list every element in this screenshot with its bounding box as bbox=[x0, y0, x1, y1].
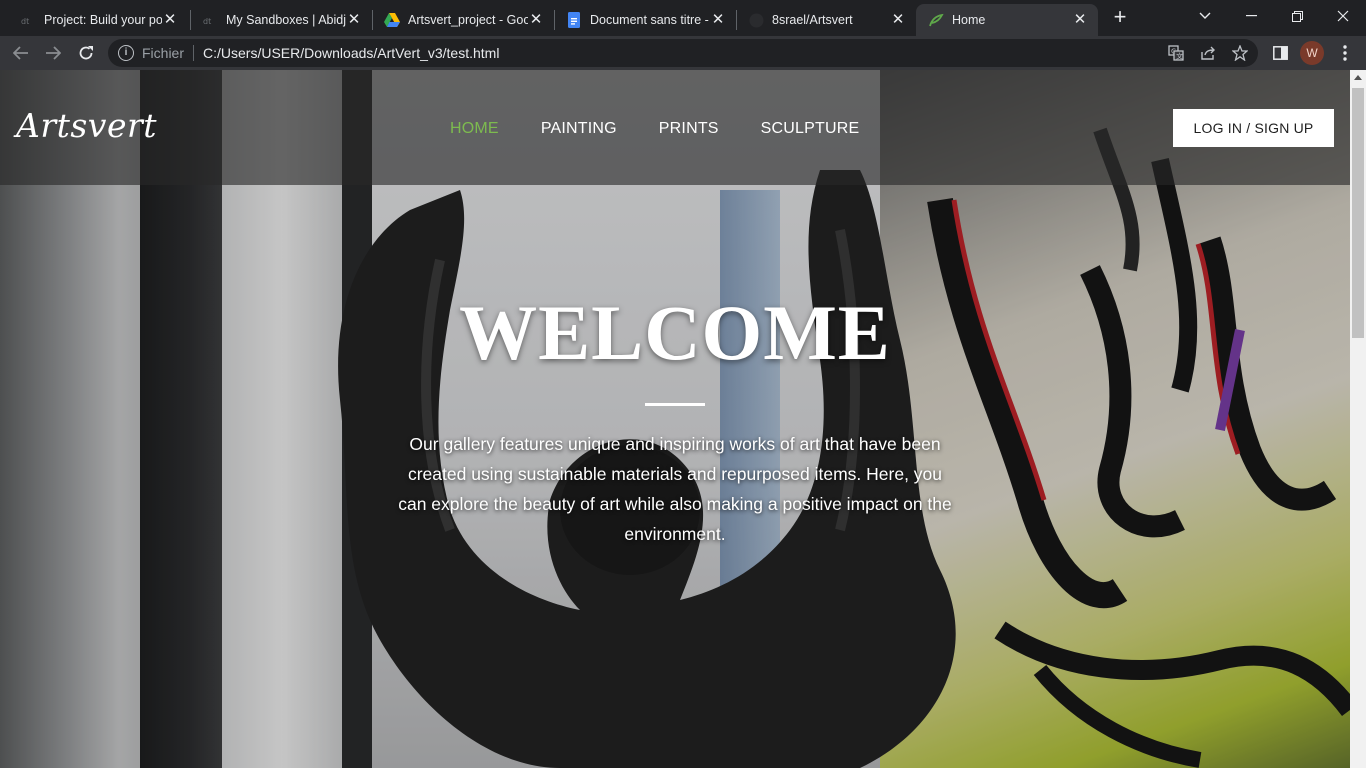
google-drive-icon bbox=[384, 12, 400, 28]
github-icon bbox=[748, 12, 764, 28]
profile-avatar[interactable]: W bbox=[1300, 41, 1324, 65]
translate-icon[interactable]: G文 bbox=[1167, 44, 1185, 62]
google-docs-icon bbox=[566, 12, 582, 28]
close-tab-icon[interactable]: ✕ bbox=[162, 12, 178, 28]
nav-item-sculpture[interactable]: SCULPTURE bbox=[761, 120, 860, 138]
nav-item-home[interactable]: HOME bbox=[450, 120, 499, 138]
close-tab-icon[interactable]: ✕ bbox=[710, 12, 726, 28]
svg-text:文: 文 bbox=[1176, 52, 1183, 61]
scroll-up-arrow-icon[interactable] bbox=[1354, 75, 1362, 80]
close-tab-icon[interactable]: ✕ bbox=[528, 12, 544, 28]
tab-title: My Sandboxes | Abidja bbox=[226, 13, 346, 27]
tab-favicon-icon: dt bbox=[202, 12, 218, 28]
hero-description: Our gallery features unique and inspirin… bbox=[398, 434, 952, 544]
star-icon[interactable] bbox=[1231, 44, 1249, 62]
info-icon[interactable]: i bbox=[118, 45, 134, 61]
tab-project[interactable]: dt Project: Build your por ✕ bbox=[8, 4, 188, 36]
nav-item-prints[interactable]: PRINTS bbox=[659, 120, 719, 138]
address-bar[interactable]: i Fichier C:/Users/USER/Downloads/ArtVer… bbox=[108, 39, 1258, 67]
forward-arrow-icon[interactable] bbox=[40, 40, 66, 66]
tab-home[interactable]: Home ✕ bbox=[916, 4, 1098, 36]
browser-toolbar: i Fichier C:/Users/USER/Downloads/ArtVer… bbox=[0, 36, 1366, 70]
leaf-favicon-icon bbox=[928, 12, 944, 28]
site-header: Artsvert HOME PAINTING PRINTS SCULPTURE … bbox=[0, 70, 1350, 185]
page-viewport: Artsvert HOME PAINTING PRINTS SCULPTURE … bbox=[0, 70, 1350, 768]
tab-title: Home bbox=[952, 13, 986, 27]
close-tab-icon[interactable]: ✕ bbox=[346, 12, 362, 28]
tab-title: Document sans titre - bbox=[590, 13, 709, 27]
tab-favicon-icon: dt bbox=[20, 12, 36, 28]
svg-text:dt: dt bbox=[203, 17, 211, 25]
address-scheme: Fichier bbox=[142, 45, 185, 61]
tab-title: Artsvert_project - Goo bbox=[408, 13, 528, 27]
tab-docs[interactable]: Document sans titre - ✕ bbox=[554, 4, 736, 36]
minimize-icon[interactable] bbox=[1228, 0, 1274, 32]
kebab-menu-icon[interactable] bbox=[1336, 44, 1354, 62]
tab-search-icon[interactable] bbox=[1182, 0, 1228, 32]
hero-divider bbox=[645, 403, 705, 406]
tab-drive[interactable]: Artsvert_project - Goo ✕ bbox=[372, 4, 554, 36]
tab-title: 8srael/Artsvert bbox=[772, 13, 853, 27]
tab-sandboxes[interactable]: dt My Sandboxes | Abidja ✕ bbox=[190, 4, 372, 36]
close-tab-icon[interactable]: ✕ bbox=[890, 12, 906, 28]
side-panel-icon[interactable] bbox=[1271, 44, 1289, 62]
svg-text:dt: dt bbox=[21, 17, 29, 25]
tab-strip: dt Project: Build your por ✕ dt My Sandb… bbox=[0, 0, 1366, 36]
site-logo[interactable]: Artsvert bbox=[16, 106, 157, 145]
reload-icon[interactable] bbox=[73, 40, 99, 66]
close-tab-icon[interactable]: ✕ bbox=[1072, 12, 1088, 28]
new-tab-button[interactable]: + bbox=[1108, 6, 1132, 30]
tab-title: Project: Build your por bbox=[44, 13, 162, 27]
page-scrollbar[interactable] bbox=[1350, 70, 1366, 768]
login-signup-button[interactable]: LOG IN / SIGN UP bbox=[1173, 109, 1334, 147]
hero-title: WELCOME bbox=[459, 289, 891, 376]
back-arrow-icon[interactable] bbox=[8, 40, 34, 66]
share-icon[interactable] bbox=[1199, 44, 1217, 62]
address-divider bbox=[193, 45, 195, 61]
tab-github[interactable]: 8srael/Artsvert ✕ bbox=[736, 4, 916, 36]
nav-item-painting[interactable]: PAINTING bbox=[541, 120, 617, 138]
close-window-icon[interactable] bbox=[1320, 0, 1366, 32]
main-nav: HOME PAINTING PRINTS SCULPTURE bbox=[450, 120, 901, 138]
restore-icon[interactable] bbox=[1274, 0, 1320, 32]
address-url[interactable]: C:/Users/USER/Downloads/ArtVert_v3/test.… bbox=[203, 45, 499, 61]
scrollbar-thumb[interactable] bbox=[1352, 88, 1364, 338]
